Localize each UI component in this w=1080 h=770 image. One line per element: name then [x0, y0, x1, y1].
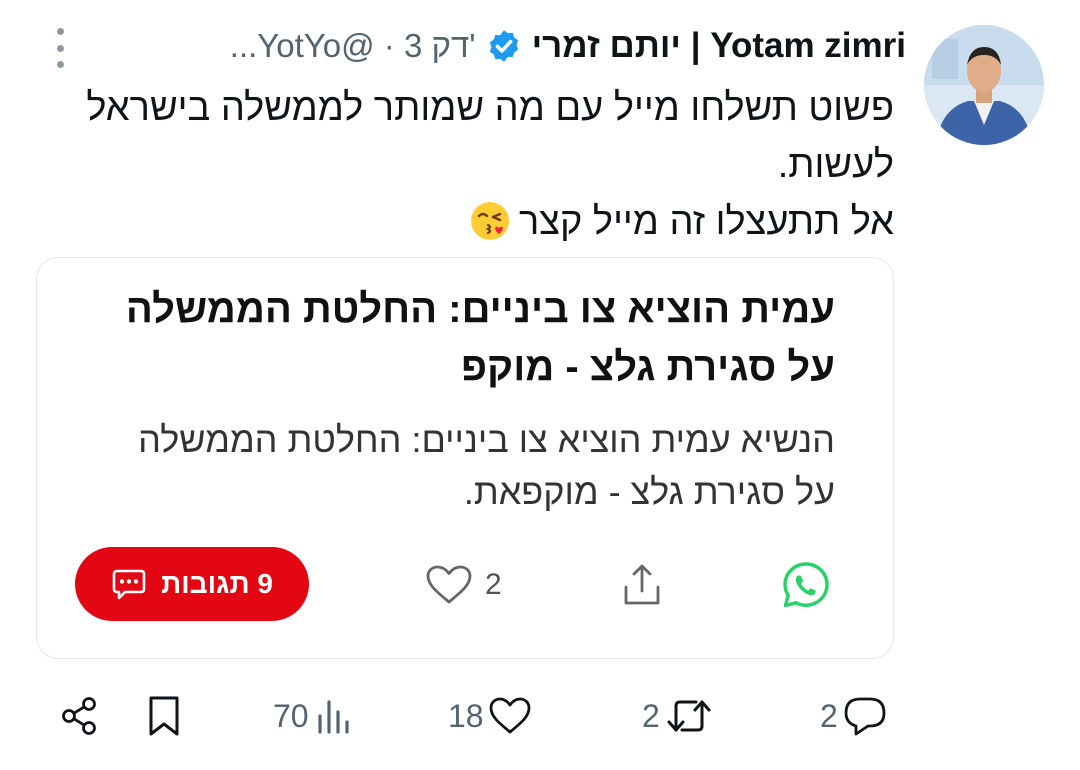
whatsapp-icon[interactable]	[781, 560, 831, 610]
card-title-line: על סגירת גלצ - מוקפ	[460, 345, 835, 389]
card-like-count: 2	[485, 568, 502, 601]
tweet-text-line: לעשות.	[777, 144, 894, 186]
verified-badge-icon	[489, 30, 518, 62]
repost-icon	[667, 700, 711, 732]
tweet-header: יותם זמרי | Yotam zimri ...YotYo@ · 3 דק…	[230, 20, 906, 72]
heart-icon	[489, 697, 530, 734]
avatar-image	[924, 25, 1044, 145]
card-like-button[interactable]: 2	[425, 563, 502, 607]
tweet-action-bar: 70 18 2 2	[0, 684, 1080, 748]
reply-button[interactable]: 2	[820, 684, 888, 748]
author-name[interactable]: יותם זמרי | Yotam zimri	[532, 26, 906, 66]
bookmark-button[interactable]	[146, 684, 182, 748]
card-description: הנשיא עמית הוציא צו ביניים: החלטת הממשלה…	[75, 414, 835, 518]
share-icon	[62, 697, 96, 735]
tweet: יותם זמרי | Yotam zimri ...YotYo@ · 3 דק…	[0, 0, 1080, 770]
views-button[interactable]: 70	[273, 684, 353, 748]
heart-icon	[426, 565, 472, 604]
link-preview-card[interactable]: עמית הוציא צו ביניים: החלטת הממשלה על סג…	[36, 257, 894, 659]
card-description-line: על סגירת גלצ - מוקפאת.	[463, 471, 835, 512]
tweet-text-line: פשוט תשלחו מייל עם מה שמותר לממשלה בישרא…	[86, 87, 894, 129]
comment-bubble-icon	[112, 569, 146, 600]
handle-and-time: ...YotYo@ · 3 דק'	[229, 27, 476, 64]
kissing-face-icon	[470, 202, 509, 240]
like-count: 18	[448, 697, 484, 734]
card-description-line: הנשיא עמית הוציא צו ביניים: החלטת הממשלה	[138, 419, 835, 460]
reply-count: 2	[820, 697, 838, 734]
comments-label: 9 תגובות	[161, 568, 273, 599]
views-count: 70	[273, 697, 309, 734]
bookmark-icon	[149, 696, 179, 736]
share-button[interactable]	[58, 684, 102, 748]
like-button[interactable]: 18	[448, 684, 532, 748]
card-title[interactable]: עמית הוציא צו ביניים: החלטת הממשלה על סג…	[75, 280, 835, 396]
repost-button[interactable]: 2	[642, 684, 714, 748]
reply-bubble-icon	[844, 697, 886, 736]
tweet-text-line: אל תתעצלו זה מייל קצר	[44, 194, 894, 251]
views-chart-icon	[317, 700, 349, 734]
card-title-line: עמית הוציא צו ביניים: החלטת הממשלה	[125, 287, 835, 331]
avatar[interactable]	[924, 25, 1044, 145]
tweet-body: פשוט תשלחו מייל עם מה שמותר לממשלה בישרא…	[44, 80, 894, 251]
share-upload-icon[interactable]	[621, 561, 663, 609]
more-options-icon[interactable]	[52, 28, 68, 68]
comments-button[interactable]: 9 תגובות	[75, 547, 309, 621]
repost-count: 2	[642, 697, 660, 734]
